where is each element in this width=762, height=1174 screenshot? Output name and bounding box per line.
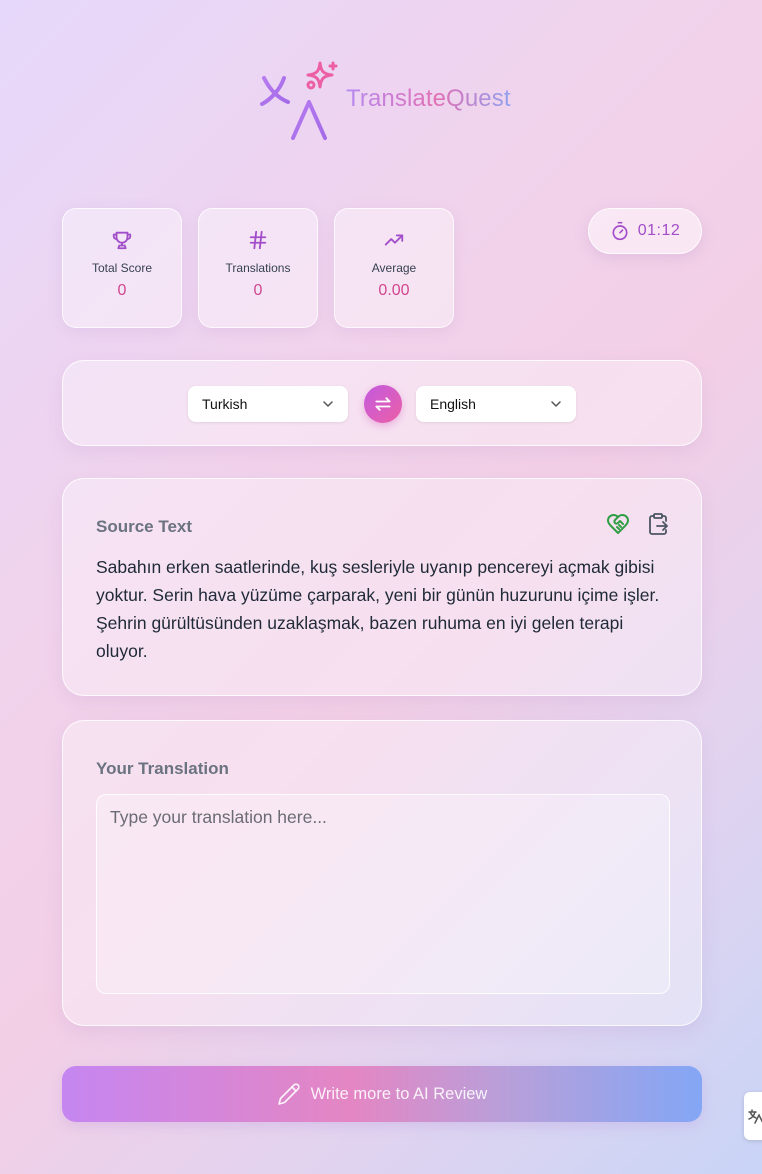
app-logo: TranslateQuest — [256, 60, 511, 144]
stat-translations: Translations 0 — [198, 208, 318, 328]
swap-arrows-icon — [375, 397, 391, 411]
stat-value: 0 — [253, 282, 263, 299]
ai-review-label: Write more to AI Review — [310, 1084, 488, 1103]
stat-label: Average — [371, 261, 417, 275]
source-text-title: Source Text — [96, 517, 193, 536]
stopwatch-icon — [612, 221, 628, 241]
stat-label: Total Score — [91, 261, 153, 275]
target-language-value: English — [430, 396, 476, 412]
stat-total-score: Total Score 0 — [62, 208, 182, 328]
swap-languages-button[interactable] — [364, 385, 402, 423]
translation-panel: Your Translation — [62, 720, 702, 1026]
trophy-icon — [112, 231, 132, 250]
language-selector-panel: Turkish English — [62, 360, 702, 446]
stat-label: Translations — [225, 261, 291, 275]
ai-review-button[interactable]: Write more to AI Review — [62, 1066, 702, 1122]
stat-value: 0 — [117, 282, 127, 299]
favorite-button[interactable] — [605, 511, 631, 537]
translate-sparkle-icon — [257, 61, 338, 140]
translation-title: Your Translation — [96, 759, 229, 778]
hash-icon — [249, 230, 267, 250]
source-text: Sabahın erken saatlerinde, kuş sesleriyl… — [96, 557, 660, 661]
side-widget-tab[interactable] — [744, 1092, 762, 1140]
paste-button[interactable] — [645, 511, 671, 537]
timer-value: 01:12 — [637, 222, 681, 239]
source-language-select[interactable]: Turkish — [188, 386, 348, 422]
heart-handshake-icon — [607, 514, 629, 534]
clipboard-paste-icon — [649, 513, 668, 535]
timer-badge: 01:12 — [588, 208, 702, 254]
chevron-down-icon — [323, 401, 333, 407]
translation-input[interactable] — [96, 794, 670, 994]
stat-average: Average 0.00 — [334, 208, 454, 328]
chevron-down-icon — [551, 401, 561, 407]
stat-value: 0.00 — [378, 282, 410, 299]
app-name: TranslateQuest — [346, 85, 511, 112]
source-language-value: Turkish — [202, 396, 248, 412]
translate-icon — [748, 1109, 762, 1124]
pencil-icon — [277, 1083, 300, 1105]
source-text-panel: Source Text Sabahın erken saatlerinde, k… — [62, 478, 702, 696]
trending-up-icon — [384, 234, 404, 246]
target-language-select[interactable]: English — [416, 386, 576, 422]
